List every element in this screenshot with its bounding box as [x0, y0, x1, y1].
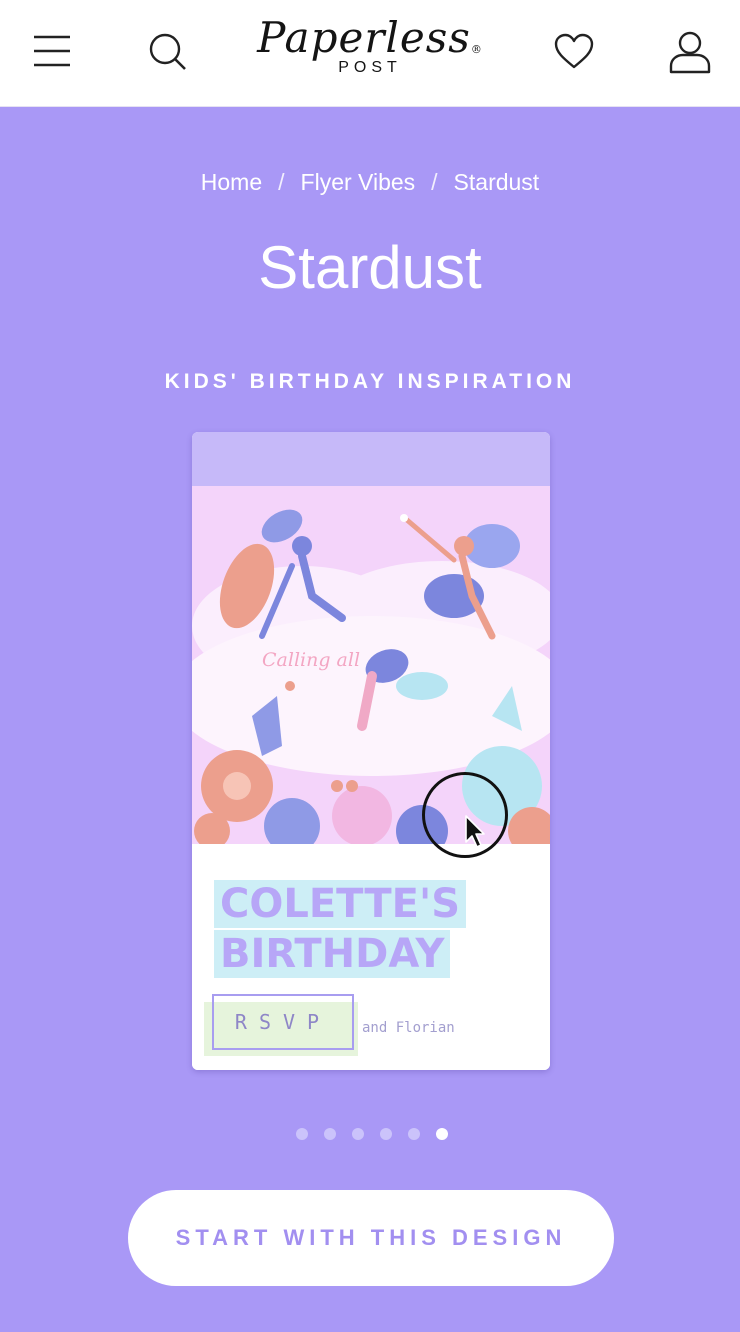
breadcrumb-flyer-vibes[interactable]: Flyer Vibes [301, 169, 416, 195]
user-icon[interactable] [668, 30, 712, 74]
carousel-dot[interactable] [380, 1128, 392, 1140]
carousel-dot-active[interactable] [436, 1128, 448, 1140]
search-icon[interactable] [148, 32, 188, 72]
heart-icon[interactable] [553, 32, 595, 70]
card-heading-line1: COLETTE'S [214, 880, 467, 928]
carousel-dot[interactable] [296, 1128, 308, 1140]
logo-registered-mark: ® [470, 43, 483, 56]
card-heading-line2: BIRTHDAY [214, 930, 451, 978]
menu-icon[interactable] [32, 33, 72, 69]
card-heading: COLETTE'S BIRTHDAY [214, 880, 534, 980]
design-preview-card[interactable]: Calling all COLETTE'S BIRTHDAY RSVP and … [192, 432, 550, 1070]
carousel-dot[interactable] [324, 1128, 336, 1140]
section-label: KIDS' BIRTHDAY INSPIRATION [164, 370, 576, 393]
site-header: Paperless® POST [0, 0, 740, 107]
carousel-dot[interactable] [352, 1128, 364, 1140]
carousel-pagination [296, 1128, 464, 1140]
pointer-cursor-icon [465, 815, 485, 848]
logo-wordmark: Paperless [257, 13, 471, 62]
breadcrumb-separator: / [278, 169, 285, 195]
card-text-area: COLETTE'S BIRTHDAY RSVP and Florian [192, 844, 550, 1070]
start-with-design-button[interactable]: START WITH THIS DESIGN [128, 1190, 614, 1286]
breadcrumb: Home / Flyer Vibes / Stardust [0, 166, 740, 198]
page-title: Stardust [258, 234, 482, 301]
breadcrumb-current: Stardust [453, 169, 540, 195]
breadcrumb-home[interactable]: Home [201, 169, 262, 195]
card-top-band [192, 432, 550, 486]
carousel-dot[interactable] [408, 1128, 420, 1140]
breadcrumb-separator: / [431, 169, 438, 195]
rsvp-box: RSVP [212, 994, 354, 1050]
card-script-text: Calling all [262, 649, 360, 671]
paperless-post-logo[interactable]: Paperless® POST [250, 12, 490, 84]
card-names-text: and Florian [362, 1020, 455, 1036]
